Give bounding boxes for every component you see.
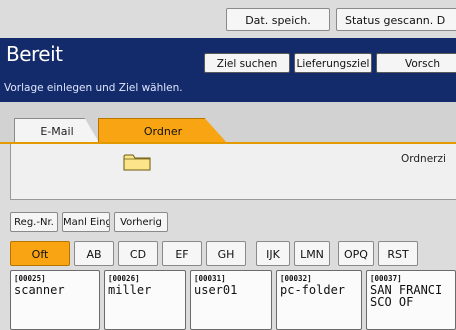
tab-email[interactable]: E-Mail [14,118,100,144]
search-destination-button[interactable]: Ziel suchen [204,53,290,73]
index-tab-ab[interactable]: AB [74,241,114,266]
destination-number: [00031] [194,274,226,283]
save-data-button[interactable]: Dat. speich. [226,8,330,31]
index-tab-ef[interactable]: EF [162,241,202,266]
preview-button[interactable]: Vorsch [376,53,456,73]
destination-name: user01 [194,283,238,297]
index-tab-ijk[interactable]: IJK [256,241,290,266]
destination-name: scanner [14,283,65,297]
destination-entry[interactable]: [00037] SAN FRANCI SCO OF [366,270,456,330]
destination-entry[interactable]: [00031] user01 [190,270,272,330]
folder-destination-panel: Ordnerzi [10,144,456,200]
top-toolbar: Dat. speich. Status gescann. D [0,0,456,38]
destination-number: [00032] [280,274,312,283]
index-tab-gh[interactable]: GH [206,241,246,266]
destination-entry[interactable]: [00026] miller [104,270,186,330]
index-tab-opq[interactable]: OPQ [338,241,374,266]
previous-button[interactable]: Vorherig [114,212,168,232]
destination-entry[interactable]: [00025] scanner [10,270,100,330]
index-tab-rst[interactable]: RST [378,241,418,266]
tab-strip: E-Mail Ordner [0,102,456,144]
index-tab-cd[interactable]: CD [118,241,158,266]
destination-name: pc-folder [280,283,346,297]
index-tab-frequent[interactable]: Oft [10,241,70,266]
header-bar: Bereit Ziel suchen Lieferungsziel Vorsch… [0,38,456,102]
index-tab-lmn[interactable]: LMN [294,241,330,266]
scan-status-button[interactable]: Status gescann. D [336,8,456,31]
instruction-text: Vorlage einlegen und Ziel wählen. [4,82,183,94]
destination-entry[interactable]: [00032] pc-folder [276,270,362,330]
registration-number-button[interactable]: Reg.-Nr. [10,212,58,232]
folder-destination-label: Ordnerzi [401,153,446,165]
page-title: Bereit [6,42,63,66]
manual-entry-button[interactable]: Manl Eing. [62,212,110,232]
tab-folder[interactable]: Ordner [98,118,228,144]
destination-name: SAN FRANCI SCO OF [370,283,443,309]
delivery-destination-button[interactable]: Lieferungsziel [294,53,372,73]
destination-number: [00037] [370,274,402,283]
folder-icon[interactable] [123,153,151,175]
destination-number: [00026] [108,274,140,283]
destination-number: [00025] [14,274,46,283]
destination-name: miller [108,283,152,297]
